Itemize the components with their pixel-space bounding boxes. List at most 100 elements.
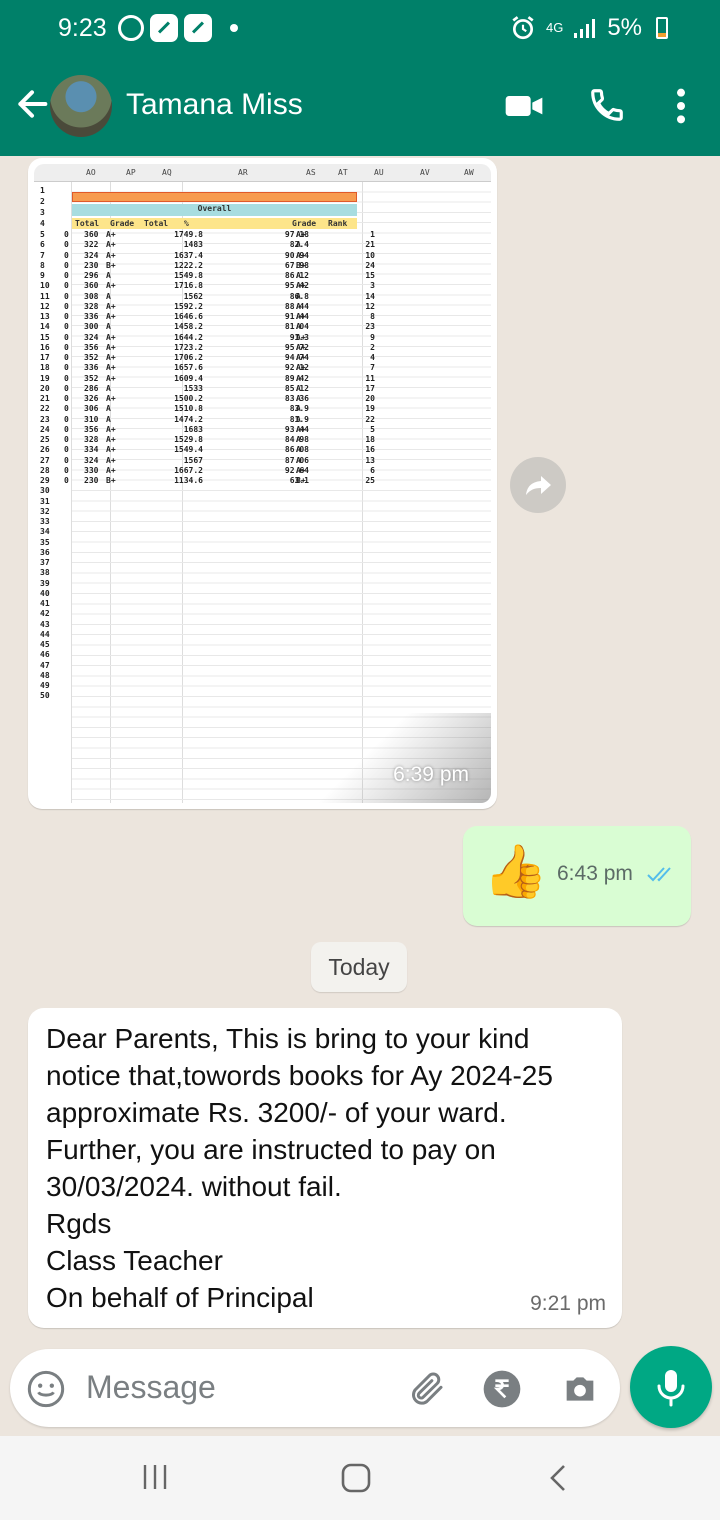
more-notifications-dot-icon — [230, 24, 238, 32]
image-message[interactable]: AO AP AQ AR AS AT AU AV AW Overall Total Grade Tot… — [28, 158, 497, 809]
sheet-row: 23 0 310 A 1474.2 81.9 A 22 — [34, 415, 491, 425]
message-input[interactable]: Message — [86, 1369, 216, 1406]
sheet-row: 24 0 356 A+ 1683 93.44 A+ 5 — [34, 425, 491, 435]
sheet-cell: 0 — [64, 445, 69, 455]
sheet-cell: 360 — [84, 230, 99, 239]
sheet-row-number: 11 — [40, 291, 50, 301]
sheet-cell: A — [296, 240, 301, 250]
sheet-cell: 300 — [84, 322, 99, 332]
sheet-cell: 1657.6 — [174, 363, 203, 373]
sheet-row: 21 0 326 A+ 1500.2 83.36 A 20 — [34, 394, 491, 404]
sheet-cell: B+ — [106, 476, 116, 485]
sheet-cell: 1667.2 — [174, 465, 203, 475]
sheet-row-number: 31 — [40, 496, 50, 506]
sheet-cell: 0 — [64, 363, 69, 373]
home-icon[interactable] — [340, 1462, 372, 1494]
system-nav-bar — [0, 1436, 720, 1520]
microphone-icon[interactable] — [630, 1346, 712, 1428]
sheet-cell: 21 — [365, 240, 375, 250]
sheet-row: 31 — [34, 497, 491, 507]
emoji-icon[interactable] — [26, 1369, 66, 1409]
sheet-cell: A+ — [296, 281, 306, 291]
sheet-cell: 24 — [365, 260, 375, 270]
video-call-icon[interactable] — [504, 86, 544, 126]
sheet-column-label: AT — [338, 168, 348, 177]
sheet-row: 2 — [34, 197, 491, 207]
sheet-row: 40 — [34, 589, 491, 599]
sheet-cell: 286 — [84, 383, 99, 393]
sheet-row-number: 32 — [40, 506, 50, 516]
sheet-row: 3 — [34, 208, 491, 218]
sheet-row-number: 38 — [40, 568, 50, 578]
sheet-cell: 7 — [370, 363, 375, 373]
payment-rupee-icon[interactable] — [482, 1369, 522, 1409]
sheet-cell: A — [296, 394, 301, 403]
sheet-row: 39 — [34, 579, 491, 589]
sheet-cell: A+ — [106, 424, 116, 434]
sheet-cell: 0 — [64, 291, 69, 301]
recent-apps-icon[interactable] — [140, 1462, 170, 1492]
sheet-cell: 3 — [370, 281, 375, 291]
sheet-cell: A — [296, 435, 301, 444]
sheet-cell: 2 — [370, 342, 375, 352]
outgoing-message[interactable]: 👍 6:43 pm — [463, 826, 691, 926]
sheet-cell: A — [296, 291, 301, 301]
sheet-cell: A+ — [106, 445, 116, 455]
more-options-icon[interactable] — [664, 86, 698, 126]
sheet-cell: 328 — [84, 435, 99, 444]
sync-status-icon — [118, 15, 144, 41]
sheet-cell: A+ — [106, 230, 116, 239]
sheet-cell: A+ — [106, 363, 116, 373]
sheet-cell: 1483 — [183, 240, 203, 250]
sheet-cell: 20 — [365, 394, 375, 403]
incoming-message[interactable]: Dear Parents, This is bring to your kind… — [28, 1008, 622, 1328]
sheet-cell: A+ — [106, 301, 116, 311]
sheet-cell: 306 — [84, 404, 99, 414]
sheet-row-number: 8 — [40, 260, 45, 270]
sheet-cell: 0 — [64, 353, 69, 362]
message-time: 9:21 pm — [530, 1292, 606, 1315]
back-arrow-icon[interactable] — [12, 84, 52, 124]
sheet-cell: 336 — [84, 312, 99, 321]
sheet-row: 11 0 308 A 1562 86.8 A 14 — [34, 292, 491, 302]
contact-name[interactable]: Tamana Miss — [126, 88, 303, 122]
forward-icon[interactable] — [510, 457, 566, 513]
sheet-cell: 0 — [64, 465, 69, 475]
sheet-cell: 6 — [370, 465, 375, 475]
sheet-row-number: 27 — [40, 455, 50, 465]
sheet-row-number: 33 — [40, 517, 50, 526]
sheet-cell: 23 — [365, 322, 375, 332]
back-nav-icon[interactable] — [546, 1462, 572, 1494]
camera-icon[interactable] — [560, 1369, 600, 1409]
sheet-row-number: 35 — [40, 537, 50, 547]
sheet-cell: 0 — [64, 383, 69, 393]
sheet-row-number: 36 — [40, 547, 50, 557]
sheet-cell: 0 — [64, 435, 69, 444]
contact-avatar[interactable] — [50, 75, 112, 137]
message-composer: Message — [10, 1349, 620, 1427]
sheet-cell: B+ — [296, 476, 306, 485]
sheet-column-label: AS — [306, 168, 316, 177]
sheet-cell: 1637.4 — [174, 250, 203, 260]
sheet-column-label: AU — [374, 168, 384, 177]
sheet-cell: 230 — [84, 260, 99, 270]
sheet-cell: B+ — [106, 260, 116, 270]
sheet-row: 44 — [34, 630, 491, 640]
sheet-row-number: 14 — [40, 322, 50, 332]
sheet-cell: 1609.4 — [174, 373, 203, 383]
read-receipt-icon — [647, 867, 671, 882]
status-time: 9:23 — [58, 14, 107, 42]
sheet-row: 49 — [34, 681, 491, 691]
signal-icon — [574, 19, 596, 38]
sheet-row: 13 0 336 A+ 1646.6 91.44 A+ 8 — [34, 312, 491, 322]
attach-icon[interactable] — [406, 1369, 446, 1409]
voice-call-icon[interactable] — [588, 86, 626, 124]
sheet-row: 38 — [34, 568, 491, 578]
chat-header: Tamana Miss — [0, 60, 720, 156]
sheet-cell: 1562 — [183, 291, 203, 301]
sheet-cell: 1644.2 — [174, 332, 203, 342]
sheet-row-number: 22 — [40, 404, 50, 414]
sheet-row-number: 46 — [40, 650, 50, 660]
sheet-cell: A+ — [296, 230, 306, 239]
app-notification-icon — [184, 14, 212, 42]
